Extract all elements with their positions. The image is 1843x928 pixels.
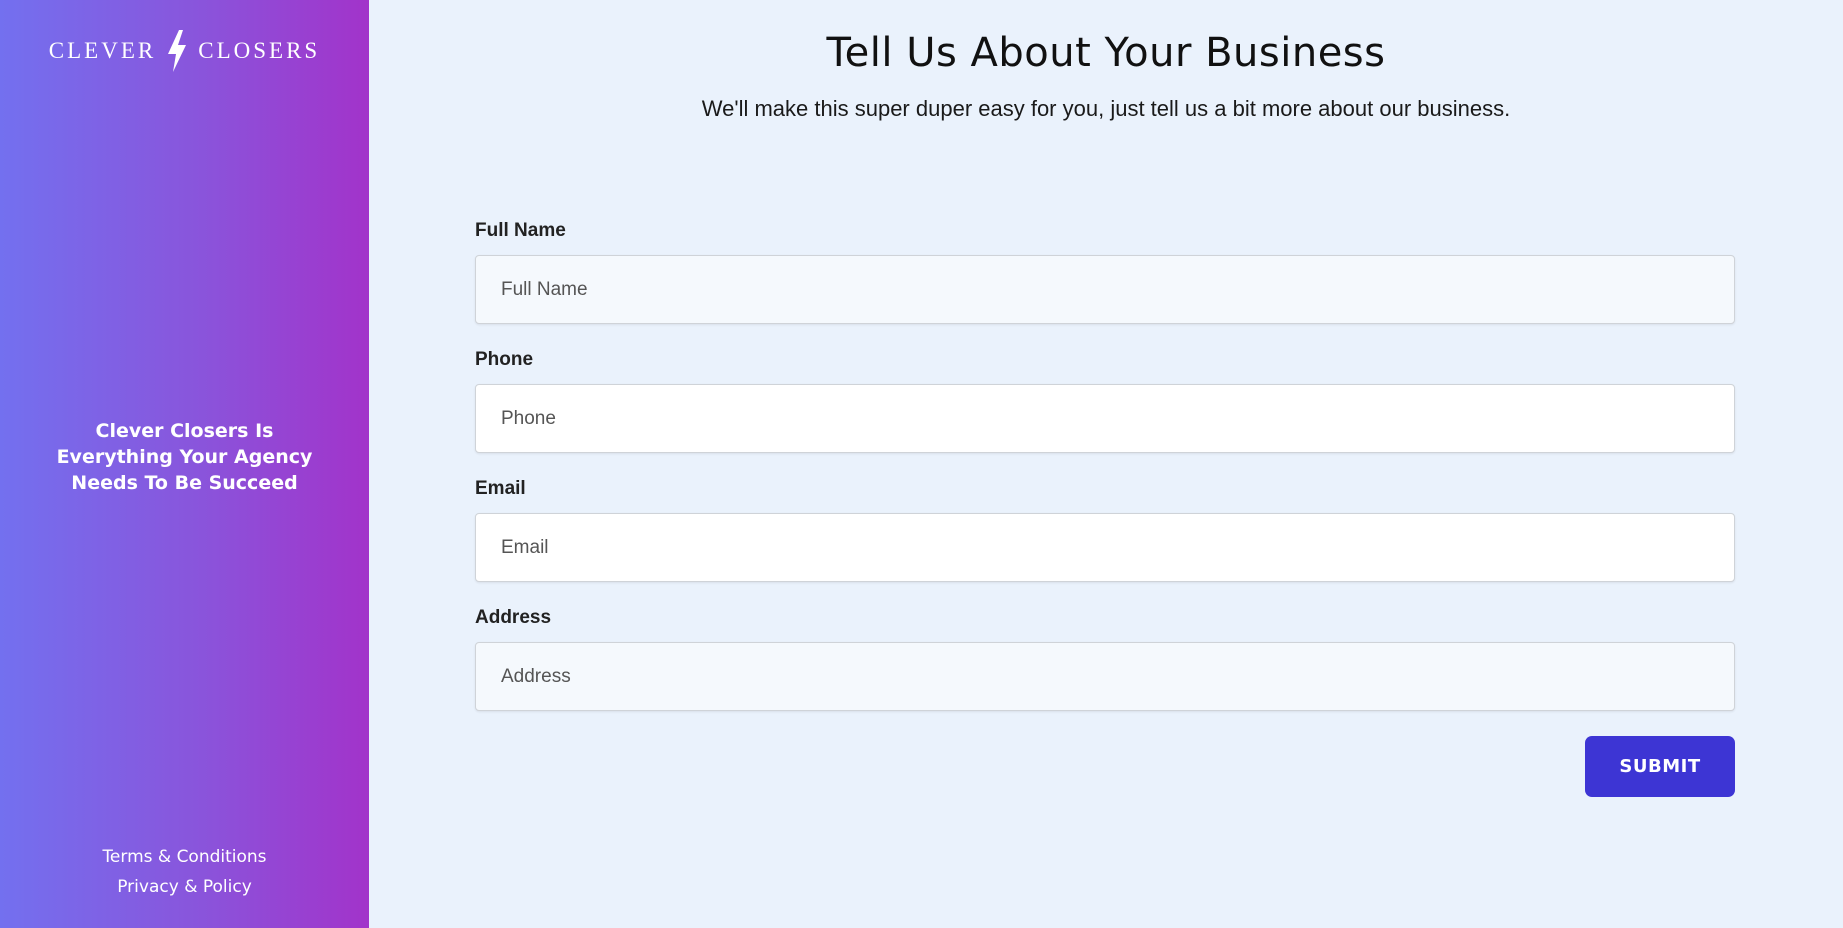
business-form: Full Name Phone Email Address SUBMIT [475, 220, 1735, 797]
page-subtitle: We'll make this super duper easy for you… [701, 96, 1511, 121]
phone-input[interactable] [475, 384, 1735, 453]
sidebar-tagline: Clever Closers Is Everything Your Agency… [56, 420, 313, 494]
phone-field: Phone [475, 349, 1735, 453]
address-field: Address [475, 607, 1735, 711]
page-title: Tell Us About Your Business [826, 30, 1386, 76]
email-input[interactable] [475, 513, 1735, 582]
footer-links: Terms & Conditions Privacy & Policy [0, 842, 369, 902]
full-name-input[interactable] [475, 255, 1735, 324]
phone-label: Phone [475, 349, 534, 370]
main-content: Tell Us About Your Business We'll make t… [369, 0, 1843, 928]
brand-left-word: CLEVER [48, 38, 157, 63]
submit-button[interactable]: SUBMIT [1585, 736, 1735, 797]
address-label: Address [475, 607, 552, 628]
privacy-link[interactable]: Privacy & Policy [0, 872, 369, 902]
page: CLEVER CLOSERS Clever Closers Is Everyth… [0, 0, 1843, 928]
brand-logo[interactable]: CLEVER CLOSERS [0, 30, 369, 72]
lightning-bolt-icon [166, 30, 188, 72]
sidebar: CLEVER CLOSERS Clever Closers Is Everyth… [0, 0, 369, 928]
full-name-field: Full Name [475, 220, 1735, 324]
terms-link[interactable]: Terms & Conditions [0, 842, 369, 872]
form-actions: SUBMIT [475, 736, 1735, 797]
address-input[interactable] [475, 642, 1735, 711]
email-label: Email [475, 478, 526, 499]
brand-right-word: CLOSERS [198, 38, 321, 63]
full-name-label: Full Name [475, 220, 566, 241]
email-field: Email [475, 478, 1735, 582]
